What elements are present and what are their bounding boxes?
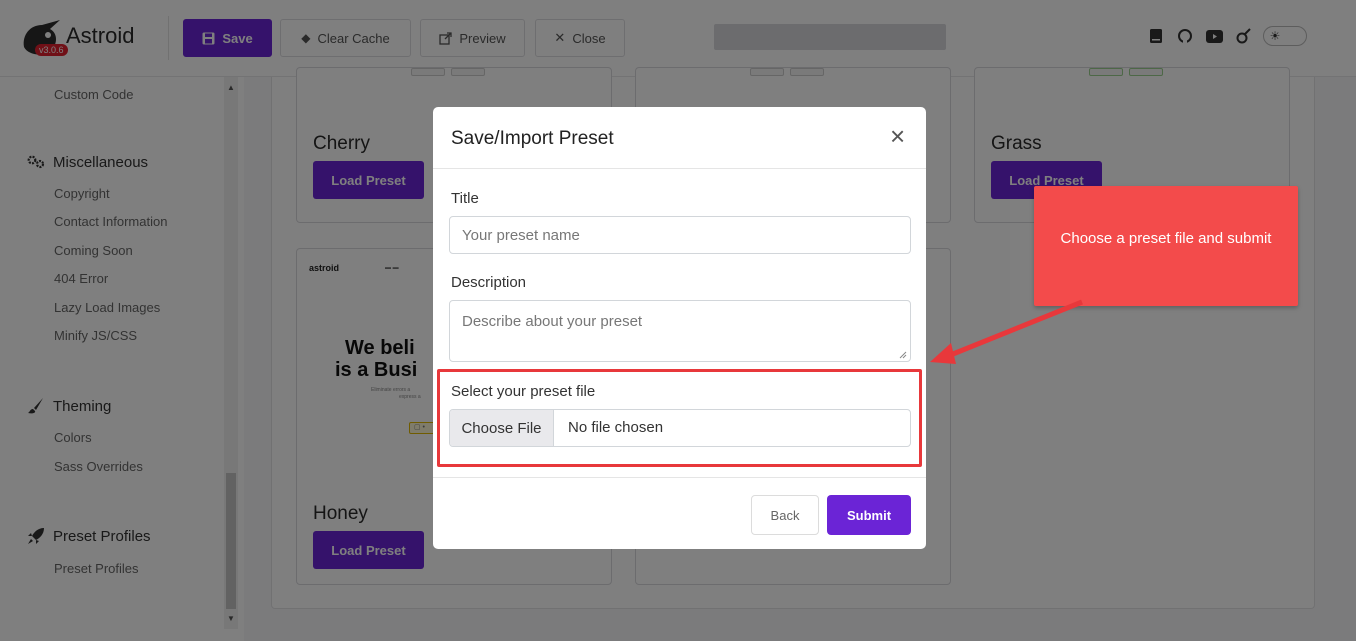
close-icon[interactable]: × <box>890 123 905 149</box>
title-label: Title <box>451 190 479 207</box>
description-label: Description <box>451 274 527 291</box>
annotation-highlight-box <box>437 369 922 467</box>
modal-title: Save/Import Preset <box>451 128 614 149</box>
submit-button[interactable]: Submit <box>827 495 911 535</box>
back-button[interactable]: Back <box>751 495 819 535</box>
modal-header: Save/Import Preset × <box>433 107 926 169</box>
modal-footer-divider <box>433 477 926 478</box>
resize-grip-icon[interactable] <box>899 351 907 359</box>
annotation-callout: Choose a preset file and submit <box>1034 186 1298 306</box>
preset-description-textarea[interactable] <box>449 300 911 362</box>
annotation-callout-text: Choose a preset file and submit <box>1060 230 1272 247</box>
save-import-preset-modal: Save/Import Preset × Title Description S… <box>433 107 926 549</box>
preset-title-input[interactable] <box>449 216 911 254</box>
